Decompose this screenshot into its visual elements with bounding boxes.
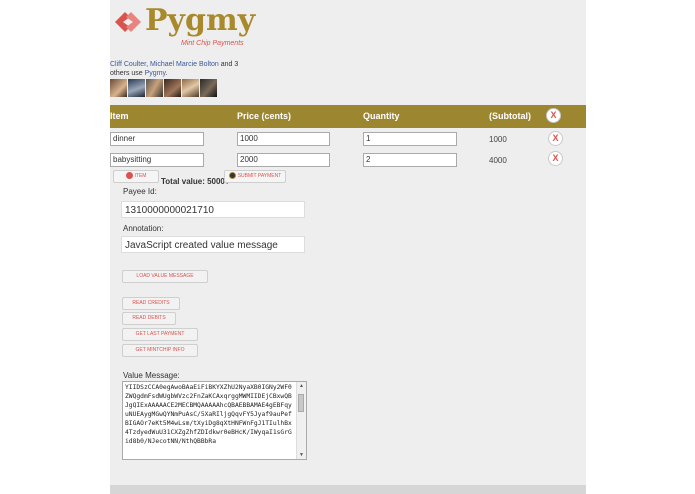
clear-all-button[interactable]: X xyxy=(546,108,561,123)
add-icon xyxy=(125,172,133,180)
quantity-input[interactable]: 1 xyxy=(363,132,457,146)
total-value: Total value: 5000¢ xyxy=(161,177,230,186)
item-input[interactable]: babysitting xyxy=(110,153,204,167)
avatar[interactable] xyxy=(182,79,199,97)
read-debits-button[interactable]: READ DEBITS xyxy=(122,312,176,325)
brand-name: Pygmy xyxy=(145,3,256,38)
row-subtotal: 1000 xyxy=(489,135,507,144)
load-value-message-button[interactable]: LOAD VALUE MESSAGE xyxy=(122,270,208,283)
brand-tagline: Mint Chip Payments xyxy=(181,40,244,47)
friend-avatars xyxy=(110,79,217,97)
friend-link[interactable]: Cliff Coulter xyxy=(110,61,146,68)
friends-using-app: Cliff Coulter, Michael Marcie Bolton and… xyxy=(110,60,250,78)
get-mintchip-info-button[interactable]: GET MINTCHIP INFO xyxy=(122,344,198,357)
avatar[interactable] xyxy=(164,79,181,97)
logo-mark-icon xyxy=(115,12,141,32)
textarea-scrollbar[interactable]: ▲ ▼ xyxy=(296,382,306,459)
column-header-subtotal: (Subtotal) xyxy=(489,111,531,121)
value-message-label: Value Message: xyxy=(123,371,180,380)
footer-bar xyxy=(110,485,586,494)
avatar[interactable] xyxy=(146,79,163,97)
coin-icon xyxy=(228,172,236,180)
scroll-up-icon[interactable]: ▲ xyxy=(297,382,306,390)
remove-row-button[interactable]: X xyxy=(548,151,563,166)
app-link[interactable]: Pygmy xyxy=(145,70,166,77)
value-message-textarea[interactable]: YIIDSzCCA0egAwoBAaEiFiBKYXZhU2NyaXB0IGNy… xyxy=(122,381,307,460)
read-credits-button[interactable]: READ CREDITS xyxy=(122,297,180,310)
scrollbar-thumb[interactable] xyxy=(298,394,304,412)
annotation-field[interactable]: JavaScript created value message xyxy=(121,236,305,253)
payee-id-field[interactable]: 1310000000021710 xyxy=(121,201,305,218)
price-input[interactable]: 2000 xyxy=(237,153,330,167)
get-last-payment-button[interactable]: GET LAST PAYMENT xyxy=(122,328,198,341)
column-header-item: Item xyxy=(110,111,129,121)
payee-id-label: Payee Id: xyxy=(123,187,157,196)
quantity-input[interactable]: 2 xyxy=(363,153,457,167)
row-subtotal: 4000 xyxy=(489,156,507,165)
add-item-button[interactable]: ITEM xyxy=(113,170,159,183)
add-item-label: ITEM xyxy=(134,173,147,179)
pygmy-logo: Pygmy Mint Chip Payments xyxy=(113,4,255,50)
period: . xyxy=(165,70,168,77)
value-message-text: YIIDSzCCA0egAwoBAaEiFiBKYXZhU2NyaXB0IGNy… xyxy=(125,384,292,445)
price-input[interactable]: 1000 xyxy=(237,132,330,146)
column-header-price: Price (cents) xyxy=(237,111,292,121)
annotation-label: Annotation: xyxy=(123,224,164,233)
friend-link[interactable]: Michael Marcie Bolton xyxy=(150,61,219,68)
submit-payment-label: SUBMIT PAYMENT xyxy=(237,173,282,179)
submit-payment-button[interactable]: SUBMIT PAYMENT xyxy=(224,170,286,183)
avatar[interactable] xyxy=(110,79,127,97)
column-header-quantity: Quantity xyxy=(363,111,400,121)
remove-row-button[interactable]: X xyxy=(548,131,563,146)
avatar[interactable] xyxy=(128,79,145,97)
scroll-down-icon[interactable]: ▼ xyxy=(297,451,306,459)
avatar[interactable] xyxy=(200,79,217,97)
item-input[interactable]: dinner xyxy=(110,132,204,146)
